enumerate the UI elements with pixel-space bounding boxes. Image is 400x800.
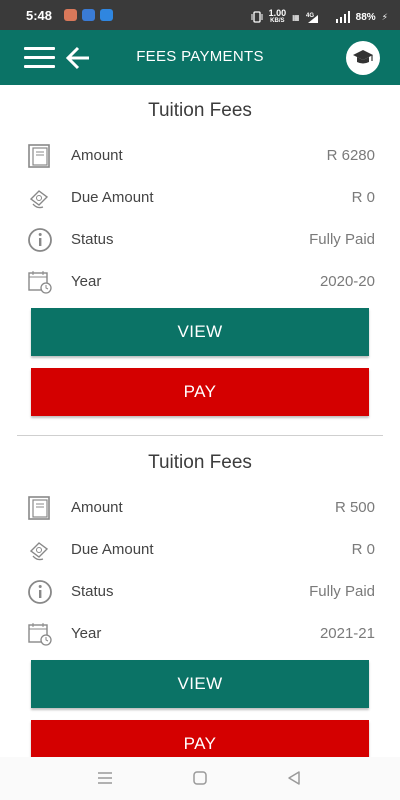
pay-button[interactable]: PAY	[31, 720, 369, 757]
pay-button[interactable]: PAY	[31, 368, 369, 416]
status-row: Status Fully Paid	[0, 218, 400, 260]
fee-title: Tuition Fees	[148, 452, 252, 473]
card-divider	[17, 435, 383, 436]
network-speed-unit: KB/S	[270, 18, 285, 24]
year-row: Year 2020-20	[0, 260, 400, 302]
info-icon	[28, 580, 52, 604]
heart-app-icon	[64, 9, 77, 21]
graduation-cap-icon	[353, 50, 373, 64]
calendar-clock-icon	[28, 271, 52, 294]
messenger-app-icon	[100, 9, 113, 21]
amount-label: Amount	[71, 499, 123, 516]
back-nav-icon[interactable]	[284, 769, 304, 787]
status-time: 5:48	[26, 8, 53, 23]
vibrate-icon	[251, 11, 263, 23]
status-label: Status	[71, 231, 114, 248]
status-label: Status	[71, 583, 114, 600]
view-button[interactable]: VIEW	[31, 308, 369, 356]
amount-row: Amount R 6280	[0, 134, 400, 176]
status-value: Fully Paid	[309, 231, 375, 248]
view-button[interactable]: VIEW	[31, 660, 369, 708]
ledger-icon	[28, 144, 50, 168]
due-amount-label: Due Amount	[71, 189, 154, 206]
status-indicators: 1.00 KB/S ▦ 4G 88% ⚡	[251, 9, 388, 25]
signal-4g-icon: 4G	[306, 13, 318, 23]
home-icon[interactable]	[190, 769, 210, 787]
page-title: FEES PAYMENTS	[136, 48, 264, 65]
ledger-icon	[28, 496, 50, 520]
avatar[interactable]	[346, 41, 380, 75]
info-icon	[28, 228, 52, 252]
app-bar: FEES PAYMENTS	[0, 30, 400, 85]
status-bar: 5:48 1.00 KB/S ▦ 4G 88% ⚡	[0, 0, 400, 30]
network-speed: 1.00	[268, 8, 287, 18]
money-hand-icon	[29, 542, 49, 561]
amount-row: Amount R 500	[0, 486, 400, 528]
notification-icons	[64, 9, 113, 21]
volte-icon: ▦	[292, 12, 300, 22]
status-value: Fully Paid	[309, 583, 375, 600]
fee-card: Tuition Fees Amount R 500 Due Amount R 0…	[0, 437, 400, 757]
due-amount-row: Due Amount R 0	[0, 528, 400, 570]
year-value: 2021-21	[319, 625, 375, 642]
fees-list[interactable]: Tuition Fees Amount R 6280 Due Amount R …	[0, 85, 400, 757]
due-amount-label: Due Amount	[71, 541, 154, 558]
signal-bars-icon	[335, 11, 350, 23]
battery-level: 88%	[355, 11, 376, 23]
calendar-clock-icon	[28, 623, 52, 646]
due-amount-value: R 0	[351, 541, 375, 558]
amount-value: R 6280	[326, 147, 375, 164]
system-nav-bar	[0, 757, 400, 800]
due-amount-row: Due Amount R 0	[0, 176, 400, 218]
charging-icon: ⚡	[381, 11, 388, 22]
svg-text:4G: 4G	[306, 13, 314, 19]
year-row: Year 2021-21	[0, 612, 400, 654]
status-row: Status Fully Paid	[0, 570, 400, 612]
year-label: Year	[71, 625, 102, 642]
android-app-icon	[82, 9, 95, 21]
money-hand-icon	[29, 190, 49, 209]
recent-apps-icon[interactable]	[95, 769, 115, 787]
fee-card: Tuition Fees Amount R 6280 Due Amount R …	[0, 85, 400, 435]
amount-label: Amount	[71, 147, 123, 164]
year-value: 2020-20	[319, 273, 375, 290]
year-label: Year	[71, 273, 102, 290]
fee-title: Tuition Fees	[148, 100, 252, 121]
due-amount-value: R 0	[351, 189, 375, 206]
amount-value: R 500	[334, 499, 375, 516]
